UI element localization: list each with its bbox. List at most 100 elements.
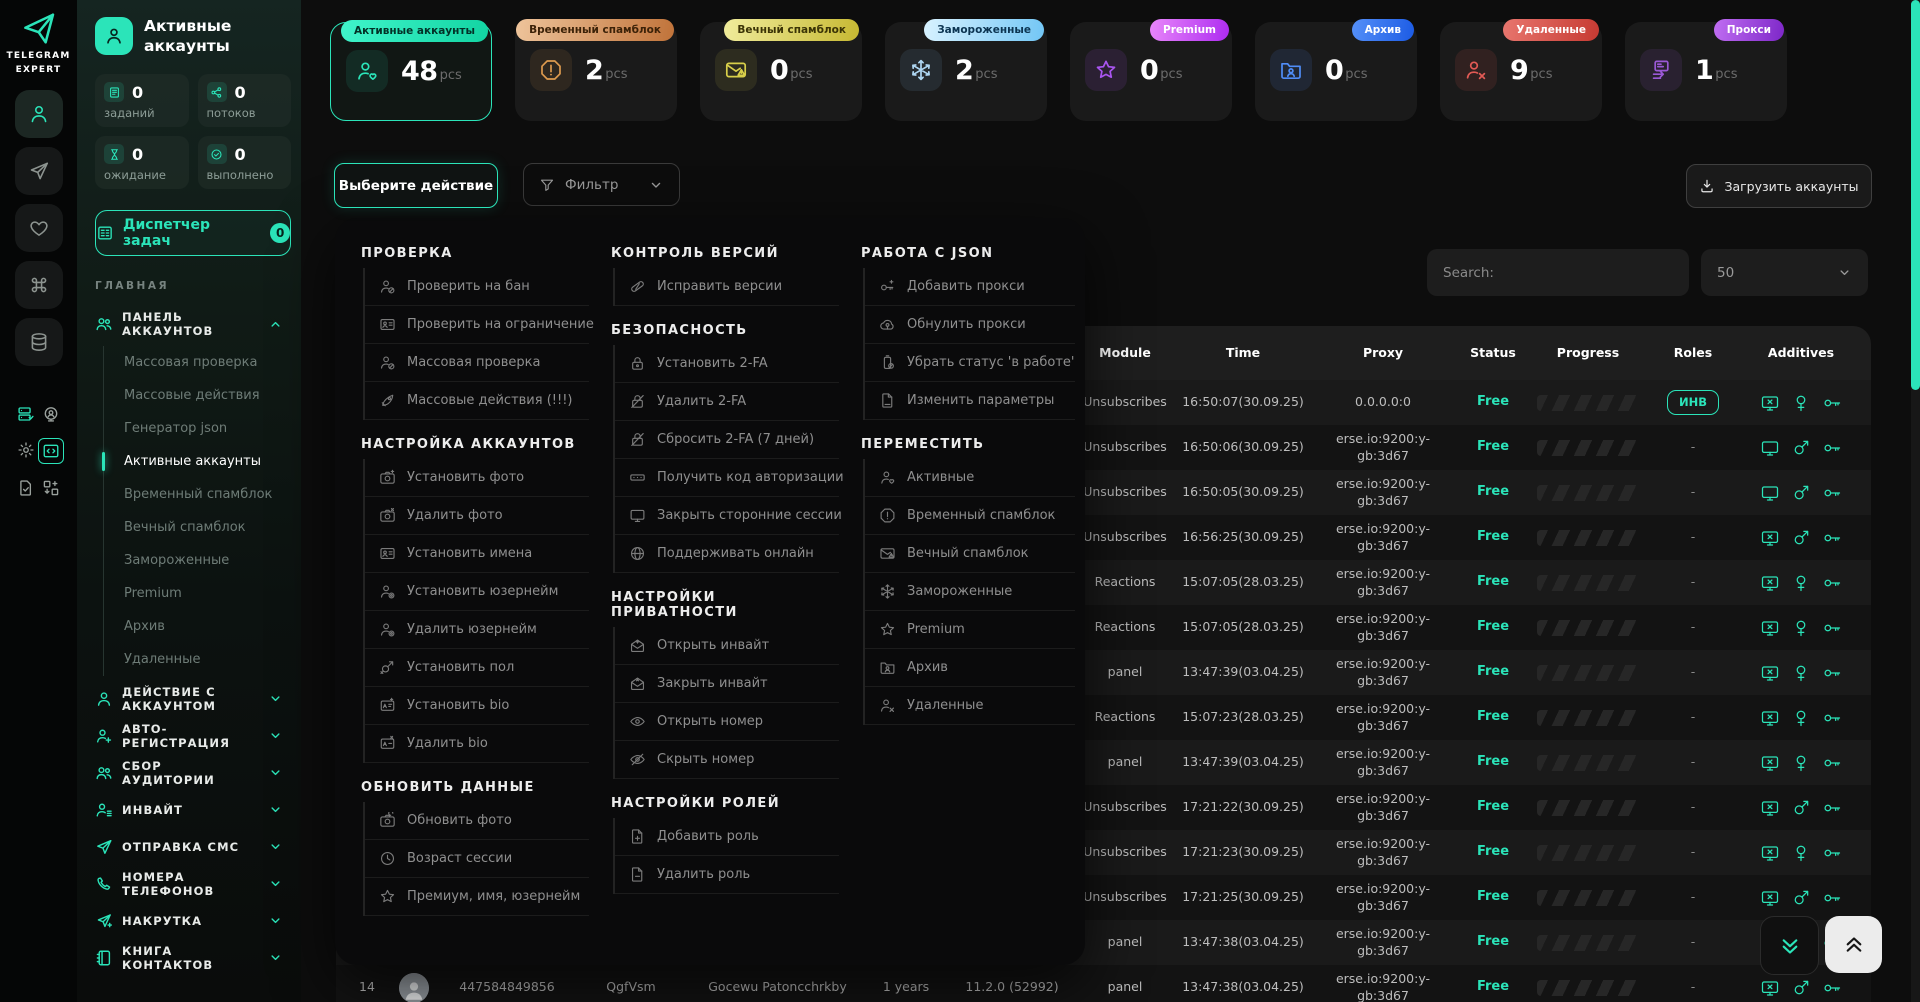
menu-item-Открыть инвайт[interactable]: Открыть инвайт [615,627,839,665]
key-additive[interactable] [1822,798,1842,818]
sidebar-group-СБОР АУДИТОРИИ[interactable]: СБОР АУДИТОРИИ [95,754,291,791]
sidebar-item-Массовая проверка[interactable]: Массовая проверка [104,346,291,379]
sidebar-group-АВТО-РЕГИСТРАЦИЯ[interactable]: АВТО-РЕГИСТРАЦИЯ [95,717,291,754]
menu-item-Открыть номер[interactable]: Открыть номер [615,703,839,741]
menu-item-Массовые действия (!!!)[interactable]: Массовые действия (!!!) [365,382,589,420]
menu-item-Проверить на бан[interactable]: Проверить на бан [365,268,589,306]
choose-action-button[interactable]: Выберите действие [334,163,498,208]
sidebar-item-Вечный спамблок[interactable]: Вечный спамблок [104,511,291,544]
female-additive[interactable] [1791,708,1811,728]
rail-sender-button[interactable] [15,147,63,195]
status-card-Прокси[interactable]: Прокси1pcs [1625,22,1787,121]
female-additive[interactable] [1791,618,1811,638]
menu-item-Закрыть сторонние сессии[interactable]: Закрыть сторонние сессии [615,497,839,535]
menu-item-Удалить 2-FA[interactable]: Удалить 2-FA [615,383,839,421]
menu-item-Активные[interactable]: Активные [865,459,1075,497]
sidebar-item-Замороженные[interactable]: Замороженные [104,544,291,577]
monitor-x-additive[interactable] [1760,978,1780,998]
menu-item-Установить юзернейм[interactable]: Установить юзернейм [365,573,589,611]
sidebar-item-Генератор json[interactable]: Генератор json [104,412,291,445]
monitor-x-additive[interactable] [1760,708,1780,728]
scroll-to-bottom-button[interactable] [1760,916,1819,975]
menu-item-Удалить фото[interactable]: Удалить фото [365,497,589,535]
search-input[interactable] [1427,249,1689,296]
menu-item-Установить фото[interactable]: Установить фото [365,459,589,497]
sidebar-group-НОМЕРА ТЕЛЕФОНОВ[interactable]: НОМЕРА ТЕЛЕФОНОВ [95,865,291,902]
page-scrollbar-thumb[interactable] [1911,0,1920,390]
female-additive[interactable] [1791,573,1811,593]
sidebar-item-Временный спамблок[interactable]: Временный спамблок [104,478,291,511]
rail-tool-server-check-button[interactable] [14,402,38,426]
menu-item-Премиум, имя, юзернейм[interactable]: Премиум, имя, юзернейм [365,878,589,916]
menu-item-Вечный спамблок[interactable]: Вечный спамблок [865,535,1075,573]
status-card-Активные аккаунты[interactable]: Активные аккаунты48pcs [330,22,492,121]
key-additive[interactable] [1822,528,1842,548]
menu-item-Скрыть номер[interactable]: Скрыть номер [615,741,839,779]
status-card-Архив[interactable]: Архив0pcs [1255,22,1417,121]
menu-item-Получить код авторизации[interactable]: Получить код авторизации [615,459,839,497]
sidebar-group-ОТПРАВКА СМС[interactable]: ОТПРАВКА СМС [95,828,291,865]
rail-tool-code-window-button[interactable] [38,438,64,464]
rail-accounts-button[interactable] [15,90,63,138]
page-size-select[interactable]: 50 [1701,249,1868,296]
male-additive[interactable] [1791,438,1811,458]
menu-item-Исправить версии[interactable]: Исправить версии [615,268,839,306]
menu-item-Поддерживать онлайн[interactable]: Поддерживать онлайн [615,535,839,573]
filter-dropdown[interactable]: Фильтр [523,163,680,206]
monitor-x-additive[interactable] [1760,843,1780,863]
menu-item-Массовая проверка[interactable]: Массовая проверка [365,344,589,382]
menu-item-Добавить прокси[interactable]: Добавить прокси [865,268,1075,306]
sidebar-item-Premium[interactable]: Premium [104,577,291,610]
monitor-x-additive[interactable] [1760,888,1780,908]
rail-tool-file-check-button[interactable] [14,476,38,500]
key-additive[interactable] [1822,618,1842,638]
male-additive[interactable] [1791,798,1811,818]
monitor-x-additive[interactable] [1760,618,1780,638]
rail-tool-person-cam-button[interactable] [39,402,63,426]
scroll-to-top-button[interactable] [1825,916,1882,973]
key-additive[interactable] [1822,708,1842,728]
menu-item-Удалить роль[interactable]: Удалить роль [615,856,839,894]
status-card-Вечный спамблок[interactable]: Вечный спамблок0pcs [700,22,862,121]
menu-item-Установить пол[interactable]: Установить пол [365,649,589,687]
sidebar-group-КНИГА КОНТАКТОВ[interactable]: КНИГА КОНТАКТОВ [95,939,291,976]
key-additive[interactable] [1822,663,1842,683]
sidebar-group-НАКРУТКА[interactable]: НАКРУТКА [95,902,291,939]
menu-item-Проверить на ограничение[interactable]: Проверить на ограничение [365,306,589,344]
sidebar-item-Архив[interactable]: Архив [104,610,291,643]
monitor-x-additive[interactable] [1760,753,1780,773]
rail-database-button[interactable] [15,318,63,366]
male-additive[interactable] [1791,888,1811,908]
menu-item-Установить имена[interactable]: Установить имена [365,535,589,573]
male-additive[interactable] [1791,483,1811,503]
menu-item-Возраст сессии[interactable]: Возраст сессии [365,840,589,878]
task-dispatcher-button[interactable]: Диспетчер задач 0 [95,210,291,256]
menu-item-Premium[interactable]: Premium [865,611,1075,649]
menu-item-Убрать статус 'в работе'[interactable]: Убрать статус 'в работе' [865,344,1075,382]
female-additive[interactable] [1791,843,1811,863]
female-additive[interactable] [1791,663,1811,683]
menu-item-Обнулить прокси[interactable]: Обнулить прокси [865,306,1075,344]
key-additive[interactable] [1822,843,1842,863]
monitor-x-additive[interactable] [1760,798,1780,818]
menu-item-Сбросить 2-FA (7 дней)[interactable]: Сбросить 2-FA (7 дней) [615,421,839,459]
monitor-x-additive[interactable] [1760,528,1780,548]
monitor-additive[interactable] [1760,483,1780,503]
menu-item-Архив[interactable]: Архив [865,649,1075,687]
key-additive[interactable] [1822,888,1842,908]
menu-item-Закрыть инвайт[interactable]: Закрыть инвайт [615,665,839,703]
menu-item-Изменить параметры[interactable]: Изменить параметры [865,382,1075,420]
male-additive[interactable] [1791,978,1811,998]
rail-shortcuts-button[interactable] [15,261,63,309]
menu-item-Удалить юзернейм[interactable]: Удалить юзернейм [365,611,589,649]
status-card-Удаленные[interactable]: Удаленные9pcs [1440,22,1602,121]
sidebar-item-Массовые действия[interactable]: Массовые действия [104,379,291,412]
monitor-x-additive[interactable] [1760,573,1780,593]
female-additive[interactable] [1791,393,1811,413]
key-additive[interactable] [1822,393,1842,413]
key-additive[interactable] [1822,438,1842,458]
female-additive[interactable] [1791,753,1811,773]
key-additive[interactable] [1822,573,1842,593]
status-card-Premium[interactable]: Premium0pcs [1070,22,1232,121]
menu-item-Удаленные[interactable]: Удаленные [865,687,1075,725]
